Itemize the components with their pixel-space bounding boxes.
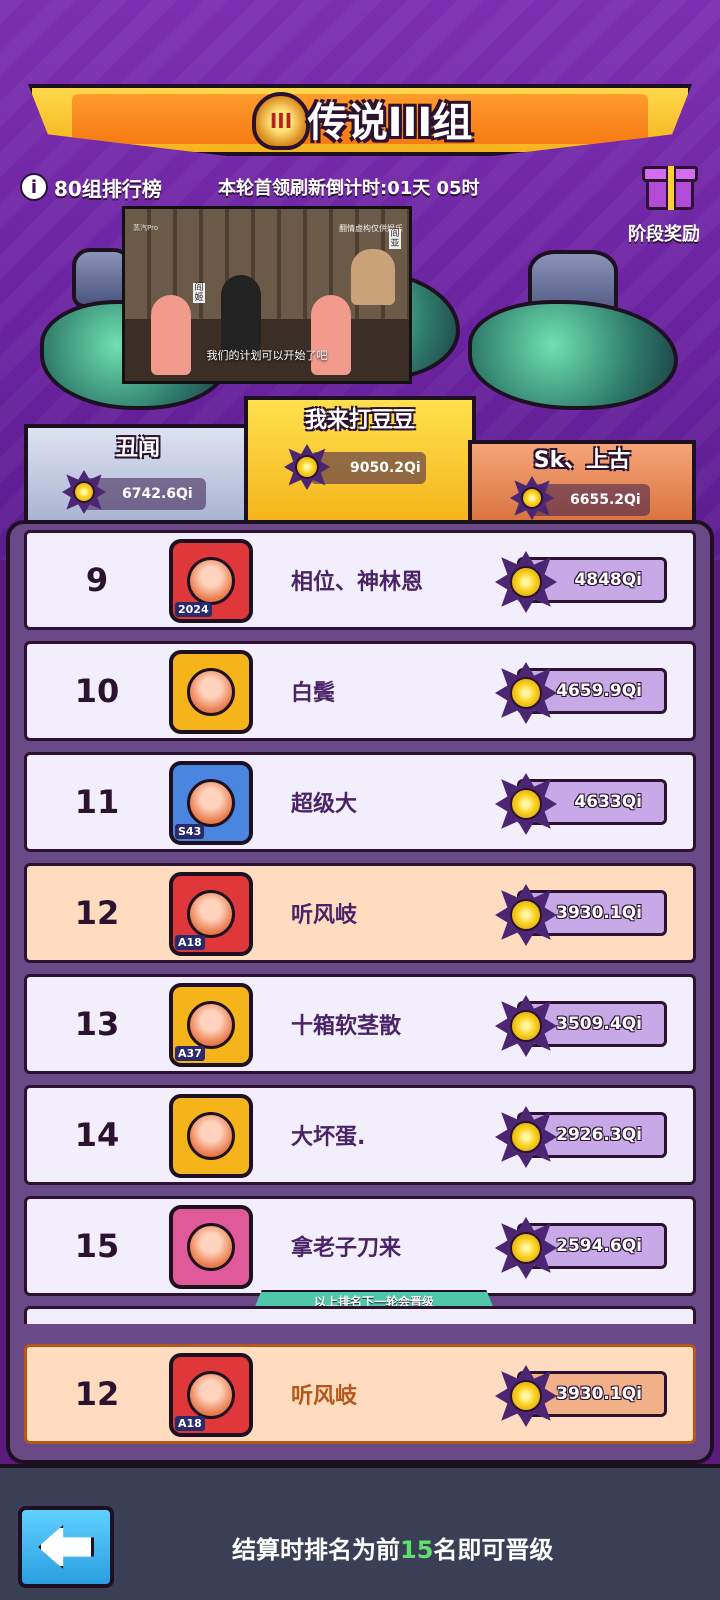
video-subtitle: 我们的计划可以开始了吧 xyxy=(206,349,328,362)
player-name: 拿老子刀来 xyxy=(291,1236,402,1261)
avatar-face xyxy=(187,1112,235,1160)
leaderboard-label: 80组排行榜 xyxy=(54,176,162,201)
podium-first-name: 我来打豆豆 xyxy=(304,408,415,433)
promotion-hint-number: 15 xyxy=(400,1536,434,1564)
page-title: 传说III组 xyxy=(307,100,473,146)
player-name: 白鬓 xyxy=(291,681,336,706)
video-figure-3 xyxy=(311,295,351,375)
info-icon[interactable]: i xyxy=(20,173,48,201)
podium-third-name: Sk、上古 xyxy=(533,448,631,473)
player-name: 听风岐 xyxy=(291,903,358,928)
avatar-face xyxy=(187,1223,235,1271)
list-item[interactable]: 13 A37 十箱软茎散 3509.4Qi xyxy=(24,974,696,1074)
qi-coin-icon xyxy=(495,773,557,835)
rank-number: 10 xyxy=(74,672,120,710)
score-value: 4659.9Qi xyxy=(556,681,642,701)
player-avatar[interactable]: 2024 xyxy=(169,539,253,623)
player-avatar[interactable] xyxy=(169,650,253,734)
my-rank-number: 12 xyxy=(74,1375,120,1413)
qi-coin-icon xyxy=(495,551,557,613)
qi-coin-icon xyxy=(510,476,554,520)
player-name: 大坏蛋. xyxy=(291,1125,366,1150)
rank-number: 13 xyxy=(74,1005,120,1043)
score-value: 2594.6Qi xyxy=(556,1236,642,1256)
avatar-face xyxy=(187,557,235,605)
qi-coin-icon xyxy=(62,470,106,514)
list-item[interactable]: 11 S43 超级大 4633Qi xyxy=(24,752,696,852)
player-name: 相位、神林恩 xyxy=(291,570,424,595)
player-avatar[interactable] xyxy=(169,1205,253,1289)
avatar-tag: S43 xyxy=(175,824,205,839)
my-rank-row[interactable]: 12 A18 听风岐 3930.1Qi xyxy=(24,1344,696,1444)
promotion-hint: 结算时排名为前15名即可晋级 xyxy=(232,1530,553,1565)
qi-coin-icon xyxy=(495,1217,557,1279)
back-button[interactable] xyxy=(18,1506,114,1588)
podium-second-name: 丑闻 xyxy=(115,436,160,461)
promotion-hint-after: 名即可晋级 xyxy=(433,1536,554,1564)
player-avatar[interactable]: A37 xyxy=(169,983,253,1067)
avatar-tag: A37 xyxy=(175,1046,205,1061)
promotion-hint-before: 结算时排名为前 xyxy=(232,1536,400,1564)
player-name: 十箱软茎散 xyxy=(291,1014,402,1039)
video-figure-4 xyxy=(351,249,395,305)
player-avatar[interactable] xyxy=(169,1094,253,1178)
video-figure-1 xyxy=(151,295,191,375)
rank-number: 9 xyxy=(85,561,109,599)
podium-second-score-value: 6742.6Qi xyxy=(122,486,193,502)
list-item[interactable]: 10 白鬓 4659.9Qi xyxy=(24,641,696,741)
podium-third-score-value: 6655.2Qi xyxy=(570,492,641,508)
leaderboard-list[interactable]: 9 2024 相位、神林恩 4848Qi 10 白鬓 4659.9Qi 11 S43 超级大 463… xyxy=(18,530,702,1320)
avatar-face xyxy=(187,779,235,827)
video-char-label-left: 阎姬 xyxy=(193,283,205,303)
list-item[interactable]: 12 A18 听风岐 3930.1Qi xyxy=(24,863,696,963)
qi-coin-icon xyxy=(284,444,330,490)
boss-countdown: 本轮首领刷新倒计时:01天 05时 xyxy=(218,178,480,199)
score-value: 4633Qi xyxy=(574,792,642,812)
avatar-tag: 2024 xyxy=(175,602,212,617)
my-score-value: 3930.1Qi xyxy=(556,1384,642,1404)
gift-icon[interactable] xyxy=(642,156,698,212)
qi-coin-icon xyxy=(495,1106,557,1168)
video-figure-2 xyxy=(221,275,261,355)
list-item[interactable]: 14 大坏蛋. 2926.3Qi xyxy=(24,1085,696,1185)
list-item[interactable]: 9 2024 相位、神林恩 4848Qi xyxy=(24,530,696,630)
podium-first-score-value: 9050.2Qi xyxy=(350,460,421,476)
my-avatar[interactable]: A18 xyxy=(169,1353,253,1437)
avatar-tag: A18 xyxy=(175,935,205,950)
player-avatar[interactable]: A18 xyxy=(169,872,253,956)
rank-number: 14 xyxy=(74,1116,120,1154)
leaderboard-info[interactable]: i 80组排行榜 xyxy=(20,172,162,202)
rank-number: 15 xyxy=(74,1227,120,1265)
video-overlay[interactable]: 蒸汽Pro 翻情虚构仅供娱乐 阎姬 阎亚 我们的计划可以开始了吧 xyxy=(122,206,412,384)
rank-number: 11 xyxy=(74,783,120,821)
list-item[interactable]: 15 拿老子刀来 2594.6Qi xyxy=(24,1196,696,1296)
stage-reward-label[interactable]: 阶段奖励 xyxy=(628,220,700,246)
qi-coin-icon xyxy=(495,1365,557,1427)
avatar-face xyxy=(187,890,235,938)
score-value: 2926.3Qi xyxy=(556,1125,642,1145)
avatar-face xyxy=(187,1371,235,1419)
avatar-face xyxy=(187,1001,235,1049)
player-name: 超级大 xyxy=(291,792,358,817)
back-arrow-icon xyxy=(38,1525,94,1569)
score-value: 3930.1Qi xyxy=(556,903,642,923)
my-player-name: 听风岐 xyxy=(291,1384,358,1409)
score-value: 4848Qi xyxy=(574,570,642,590)
rank-number: 12 xyxy=(74,894,120,932)
qi-coin-icon xyxy=(495,884,557,946)
qi-coin-icon xyxy=(495,662,557,724)
video-char-label-right: 阎亚 xyxy=(389,229,401,249)
qi-coin-icon xyxy=(495,995,557,1057)
player-avatar[interactable]: S43 xyxy=(169,761,253,845)
video-logo: 蒸汽Pro xyxy=(133,224,159,232)
avatar-face xyxy=(187,668,235,716)
score-value: 3509.4Qi xyxy=(556,1014,642,1034)
avatar-tag: A18 xyxy=(175,1416,205,1431)
list-item-partial xyxy=(24,1306,696,1324)
